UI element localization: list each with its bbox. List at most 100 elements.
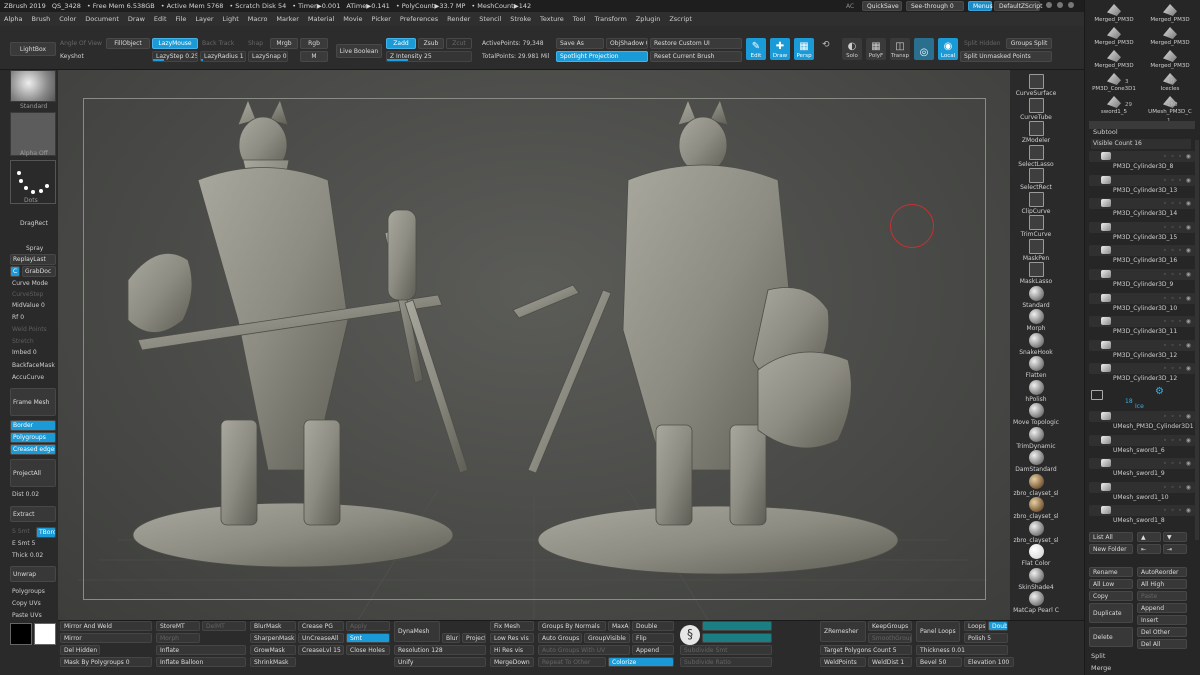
menu-material[interactable]: Material: [308, 15, 334, 23]
default-zscript-button[interactable]: DefaultZScript: [994, 1, 1042, 11]
restore-custom-ui-button[interactable]: Restore Custom UI: [650, 38, 742, 49]
list-all-button[interactable]: List All: [1089, 532, 1133, 542]
angle-of-view-slider[interactable]: Angle Of View: [60, 40, 102, 47]
clipcurve-tool[interactable]: ClipCurve: [1010, 191, 1062, 215]
split-header[interactable]: Split: [1091, 652, 1105, 660]
delmt-button[interactable]: DelMT: [202, 621, 246, 631]
reset-current-brush-button[interactable]: Reset Current Brush: [650, 51, 742, 62]
clayset-1[interactable]: zbro_clayset_sl: [1010, 473, 1062, 497]
all-high-button[interactable]: All High: [1137, 579, 1187, 589]
double-button[interactable]: Double: [632, 621, 674, 631]
visibility-eye-icon[interactable]: ◦ ◦ ◦ ◉: [1163, 177, 1192, 184]
mrgb-button[interactable]: Mrgb: [270, 38, 298, 49]
groups-by-normals-button[interactable]: Groups By Normals: [538, 621, 606, 631]
maximize-icon[interactable]: [1057, 2, 1063, 8]
hpolish-brush[interactable]: hPolish: [1010, 379, 1062, 403]
flip-button[interactable]: Flip: [632, 633, 674, 643]
dragrect-button[interactable]: DragRect: [20, 220, 48, 227]
subtool-row[interactable]: ◦ ◦ ◦ ◉: [1089, 458, 1195, 470]
folder-icon[interactable]: [1091, 390, 1103, 400]
menu-stencil[interactable]: Stencil: [479, 15, 501, 23]
tborder-button[interactable]: TBorder: [36, 527, 56, 538]
border-button[interactable]: Border: [10, 420, 56, 431]
menu-render[interactable]: Render: [447, 15, 470, 23]
selectlasso-tool[interactable]: SelectLasso: [1010, 144, 1062, 168]
menu-light[interactable]: Light: [223, 15, 239, 23]
visibility-eye-icon[interactable]: ◦ ◦ ◦ ◉: [1163, 460, 1192, 467]
clayset-3[interactable]: zbro_clayset_sl: [1010, 520, 1062, 544]
menu-zplugin[interactable]: Zplugin: [636, 15, 661, 23]
obj-shadow-slider[interactable]: ObjShadow 0: [606, 38, 648, 49]
morph-brush[interactable]: Morph: [1010, 309, 1062, 332]
selectrect-tool[interactable]: SelectRect: [1010, 168, 1062, 191]
rename-button[interactable]: Rename: [1089, 567, 1133, 577]
visibility-eye-icon[interactable]: ◦ ◦ ◦ ◉: [1163, 295, 1192, 302]
visibility-eye-icon[interactable]: ◦ ◦ ◦ ◉: [1163, 247, 1192, 254]
visibility-eye-icon[interactable]: ◦ ◦ ◦ ◉: [1163, 224, 1192, 231]
zadd-button[interactable]: Zadd: [386, 38, 416, 49]
subtool-row[interactable]: ◦ ◦ ◦ ◉: [1089, 221, 1195, 233]
rotate-icon[interactable]: ⟲: [822, 40, 830, 50]
menu-picker[interactable]: Picker: [372, 15, 391, 23]
visibility-eye-icon[interactable]: ◦ ◦ ◦ ◉: [1163, 153, 1192, 160]
clayset-2[interactable]: zbro_clayset_sl: [1010, 497, 1062, 520]
subtool-row[interactable]: ◦ ◦ ◦ ◉: [1089, 174, 1195, 186]
tool-tile[interactable]: sword1_5: [1087, 94, 1141, 120]
merge-header[interactable]: Merge: [1091, 664, 1111, 672]
menu-movie[interactable]: Movie: [343, 15, 362, 23]
shrinkmask-button[interactable]: ShrinkMask: [250, 657, 296, 667]
weld-points-bottom-button[interactable]: WeldPoints: [820, 657, 866, 667]
visibility-eye-icon[interactable]: ◦ ◦ ◦ ◉: [1163, 413, 1192, 420]
double-loops-button[interactable]: Double: [988, 621, 1008, 631]
move-topological-brush[interactable]: Move Topologic: [1010, 403, 1062, 426]
masklasso-tool[interactable]: MaskLasso: [1010, 262, 1062, 285]
live-boolean-button[interactable]: Live Boolean: [336, 44, 382, 58]
menu-zscript[interactable]: Zscript: [669, 15, 692, 23]
curvetube-brush[interactable]: CurveTube: [1010, 97, 1062, 121]
secondary-color-swatch[interactable]: [10, 623, 32, 645]
accu-curve-button[interactable]: AccuCurve: [12, 374, 44, 381]
visibility-eye-icon[interactable]: ◦ ◦ ◦ ◉: [1163, 365, 1192, 372]
damstandard-brush[interactable]: DamStandard: [1010, 450, 1062, 473]
subtool-row[interactable]: ◦ ◦ ◦ ◉: [1089, 505, 1195, 517]
del-hidden-button[interactable]: Del Hidden: [60, 645, 100, 655]
move-down-button[interactable]: ▼: [1163, 532, 1187, 542]
blurmask-button[interactable]: BlurMask: [250, 621, 296, 631]
standard-brush[interactable]: Standard: [1010, 285, 1062, 309]
menu-draw[interactable]: Draw: [128, 15, 145, 23]
visibility-eye-icon[interactable]: ◦ ◦ ◦ ◉: [1163, 200, 1192, 207]
weld-points-button[interactable]: Weld Points: [12, 326, 47, 333]
fill-object-button[interactable]: FillObject: [106, 38, 150, 49]
curve-step-slider[interactable]: CurveStep: [12, 291, 43, 298]
move-up-button[interactable]: ▲: [1137, 532, 1161, 542]
zremesher-button[interactable]: ZRemesher: [820, 621, 866, 642]
menu-color[interactable]: Color: [59, 15, 76, 23]
menu-macro[interactable]: Macro: [248, 15, 268, 23]
inflate-balloon-slider[interactable]: Inflate Balloon: [156, 657, 246, 667]
back-track-button[interactable]: Back Track: [202, 40, 234, 47]
subdivide-smt-button[interactable]: Subdivide Smt: [680, 645, 772, 655]
groups-split-button[interactable]: Groups Split: [1006, 38, 1052, 49]
lazy-mouse-button[interactable]: LazyMouse: [152, 38, 198, 49]
draw-mode-button[interactable]: ✚ Draw: [770, 38, 790, 60]
rf-slider[interactable]: Rf 0: [12, 314, 24, 321]
auto-groups-with-uv-button[interactable]: Auto Groups With UV: [538, 645, 630, 655]
imbed-slider[interactable]: Imbed 0: [12, 349, 37, 356]
polyf-button[interactable]: ▦ PolyF: [866, 38, 886, 60]
move-bottom-button[interactable]: ⇥: [1163, 544, 1187, 554]
lazy-step-slider[interactable]: LazyStep 0.25: [152, 51, 198, 62]
mirror-button[interactable]: Mirror: [60, 633, 152, 643]
e-smt-slider[interactable]: E Smt 5: [12, 540, 35, 547]
trimdynamic-brush[interactable]: TrimDynamic: [1010, 426, 1062, 450]
low-res-vis-button[interactable]: Low Res vis: [490, 633, 534, 643]
paste-button[interactable]: Paste: [1137, 591, 1187, 601]
inflate-slider[interactable]: Inflate: [156, 645, 246, 655]
project-all-button[interactable]: ProjectAll: [10, 459, 56, 487]
panel-loops-button[interactable]: Panel Loops: [916, 621, 960, 642]
mirror-and-weld-button[interactable]: Mirror And Weld: [60, 621, 152, 631]
subtool-row[interactable]: ◦ ◦ ◦ ◉: [1089, 363, 1195, 375]
crease-pg-button[interactable]: Crease PG: [298, 621, 344, 631]
panel-scrollbar[interactable]: [1195, 140, 1199, 540]
paste-uvs-button[interactable]: Paste UVs: [12, 612, 42, 619]
local-button[interactable]: ◉ Local: [938, 38, 958, 60]
